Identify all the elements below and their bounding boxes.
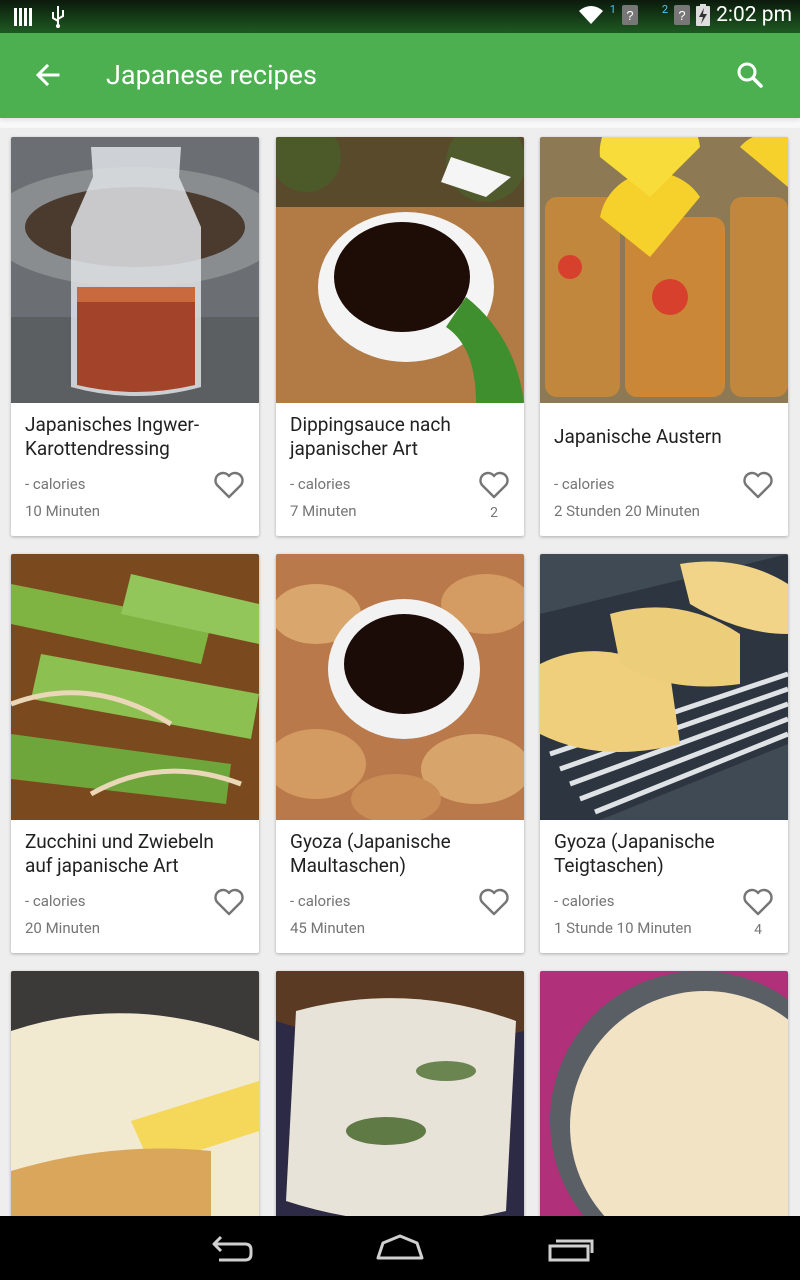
status-bar: 1 ? 2 ? 2:02 pm [0,0,800,33]
recipe-name: Japanisches Ingwer-Karottendressing [25,413,200,460]
status-time: 2:02 pm [716,3,792,27]
recipe-time: 2 Stunden 20 Minuten [554,502,700,520]
recipe-name: Dippingsauce nach japanischer Art [290,413,451,460]
battery-charging-icon [696,4,711,26]
search-icon[interactable] [732,57,768,93]
svg-text:?: ? [626,8,633,23]
recipe-name: Gyoza (Japanische Teigtaschen) [554,830,715,877]
home-nav-icon[interactable] [375,1232,425,1264]
recipe-image [540,554,788,820]
recipe-name: Japanische Austern [554,425,722,448]
recipe-card[interactable]: Dippingsauce nach japanischer Art - calo… [276,137,524,536]
like-count: 2 [490,505,498,521]
recipe-card[interactable]: Japanische Austern - calories 2 Stunden … [540,137,788,536]
recipe-calories: - calories [554,475,615,493]
recipe-image [11,971,259,1216]
recipe-card[interactable]: Gyoza (Japanische Maultaschen) - calorie… [276,554,524,953]
recipe-grid[interactable]: Japanisches Ingwer-Karottendressing - ca… [0,128,800,1216]
recipe-calories: - calories [554,892,615,910]
recipe-name: Gyoza (Japanische Maultaschen) [290,830,451,877]
recipe-image [11,554,259,820]
favorite-heart-icon[interactable] [743,888,773,916]
recipe-card[interactable] [276,971,524,1216]
sim2-indicator: 2 [661,3,669,16]
recipe-image [11,137,259,403]
wifi-icon [578,6,603,24]
navigation-bar [0,1216,800,1280]
recipe-time: 45 Minuten [290,919,366,937]
recipe-card[interactable] [540,971,788,1216]
recipe-image [540,971,788,1216]
usb-icon [52,6,64,28]
svg-text:?: ? [678,8,685,23]
recipe-time: 1 Stunde 10 Minuten [554,919,692,937]
sim2-unknown-icon: ? [674,5,691,25]
recipe-time: 7 Minuten [290,502,357,520]
page-title: Japanese recipes [106,59,317,91]
recipe-card[interactable]: Zucchini und Zwiebeln auf japanische Art… [11,554,259,953]
recipe-card[interactable]: Gyoza (Japanische Teigtaschen) - calorie… [540,554,788,953]
recipe-image [540,137,788,403]
recipe-image [276,554,524,824]
recipe-time: 10 Minuten [25,502,101,520]
recipe-image [276,971,524,1216]
recipe-card[interactable] [11,971,259,1216]
arrow-back-icon[interactable] [30,57,66,93]
back-nav-icon[interactable] [205,1232,255,1264]
sim1-unknown-icon: ? [621,5,638,25]
recipe-card[interactable]: Japanisches Ingwer-Karottendressing - ca… [11,137,259,536]
recipe-name: Zucchini und Zwiebeln auf japanische Art [25,830,214,877]
recipe-image [276,137,524,403]
favorite-heart-icon[interactable] [479,888,509,916]
recents-nav-icon[interactable] [546,1232,596,1264]
favorite-heart-icon[interactable] [214,471,244,499]
favorite-heart-icon[interactable] [479,471,509,499]
recipe-calories: - calories [25,475,86,493]
like-count: 4 [754,922,762,938]
recipe-time: 20 Minuten [25,919,101,937]
favorite-heart-icon[interactable] [214,888,244,916]
recipe-calories: - calories [290,475,351,493]
scroll-edge [0,118,800,128]
app-bar: Japanese recipes [0,33,800,118]
sim1-indicator: 1 [609,3,616,16]
recipe-calories: - calories [290,892,351,910]
recipe-calories: - calories [25,892,86,910]
favorite-heart-icon[interactable] [743,471,773,499]
signal-bars-icon [14,8,32,26]
